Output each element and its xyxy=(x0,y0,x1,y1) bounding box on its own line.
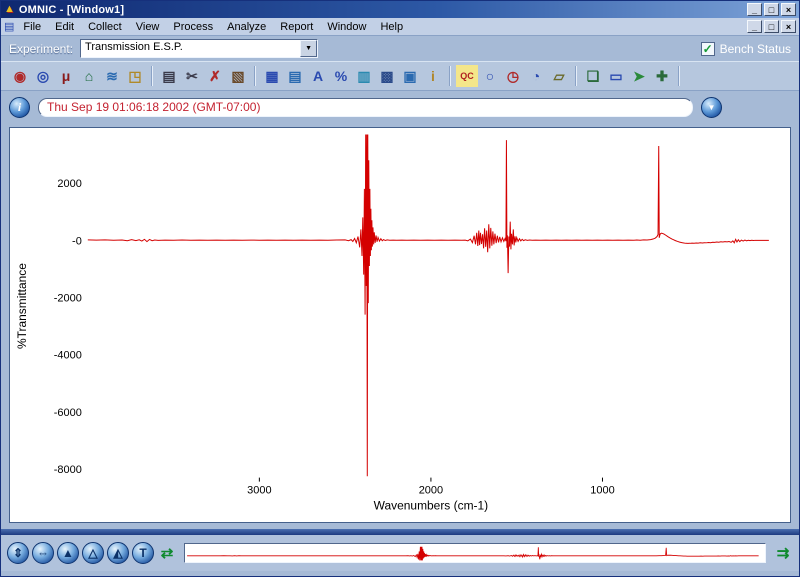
bench-status-check-icon: ✓ xyxy=(700,41,715,56)
toolbar-divider xyxy=(151,66,153,86)
transmittance-convert-icon[interactable]: % xyxy=(330,65,352,87)
window-title: OMNIC - [Window1] xyxy=(18,3,125,16)
view-finder-bar: ⇕ ⇔ ▲ △ ◭ T ⇄ ⇉ xyxy=(1,535,799,571)
common-scale-icon[interactable]: ▩ xyxy=(376,65,398,87)
autoscale-icon[interactable]: ▣ xyxy=(399,65,421,87)
full-scale-icon[interactable]: ▥ xyxy=(353,65,375,87)
menu-collect[interactable]: Collect xyxy=(81,19,129,35)
optical-bench-icon[interactable]: ⌂ xyxy=(78,65,100,87)
scroll-spectrum-icon[interactable]: ⇉ xyxy=(773,544,793,562)
absorbance-convert-icon[interactable]: A xyxy=(307,65,329,87)
y-axis-label: %Transmittance xyxy=(15,263,29,349)
baseline-tool-button[interactable]: ◭ xyxy=(107,542,129,564)
minimize-button[interactable]: _ xyxy=(747,3,762,16)
y-tick-label: 2000 xyxy=(57,178,81,190)
gauge-icon[interactable]: ◔ xyxy=(525,65,547,87)
timestamp-field: Thu Sep 19 01:06:18 2002 (GMT-07:00) xyxy=(38,97,693,117)
child-minimize-button[interactable]: _ xyxy=(747,20,762,33)
main-toolbar: ◉ ◎ μ ⌂ ≋ ◳ ▤ ✂ ✗ ▧ ▦ ▤ A % ▥ ▩ ▣ i QC ○… xyxy=(1,61,799,91)
spectrum-trace xyxy=(87,134,769,477)
child-restore-button[interactable]: □ xyxy=(764,20,779,33)
expand-info-button[interactable]: ▼ xyxy=(701,96,722,118)
child-window-controls: _ □ × xyxy=(747,20,796,33)
menu-window[interactable]: Window xyxy=(320,19,373,35)
toolbar-divider xyxy=(449,66,451,86)
library-create-icon[interactable]: ✚ xyxy=(651,65,673,87)
title-bar[interactable]: ▲ OMNIC - [Window1] _ □ × xyxy=(1,1,799,18)
experiment-dropdown[interactable]: Transmission E.S.P. ▼ xyxy=(80,39,319,58)
y-tick-label: -2000 xyxy=(54,292,82,304)
omnic-window: ▲ OMNIC - [Window1] _ □ × ▤ File Edit Co… xyxy=(0,0,800,577)
bench-status: ✓ Bench Status xyxy=(700,41,791,56)
menu-process[interactable]: Process xyxy=(166,19,220,35)
menu-help[interactable]: Help xyxy=(373,19,410,35)
menu-view[interactable]: View xyxy=(129,19,167,35)
menu-report[interactable]: Report xyxy=(273,19,320,35)
viewfinder-mode-icon[interactable]: ⇄ xyxy=(157,544,177,562)
experiment-label: Experiment: xyxy=(9,41,74,56)
child-window-icon[interactable]: ▤ xyxy=(4,20,14,33)
experiment-setup-icon[interactable]: μ xyxy=(55,65,77,87)
qc-check-icon[interactable]: QC xyxy=(456,65,478,87)
menu-bar: ▤ File Edit Collect View Process Analyze… xyxy=(1,18,799,36)
x-axis-label: Wavenumbers (cm-1) xyxy=(374,499,488,513)
y-tick-label: -6000 xyxy=(54,407,82,419)
dropdown-arrow-icon[interactable]: ▼ xyxy=(300,40,318,57)
open-file-icon[interactable]: ◳ xyxy=(124,65,146,87)
vertical-scale-tool-button[interactable]: ⇕ xyxy=(7,542,29,564)
experiment-bar: Experiment: Transmission E.S.P. ▼ ✓ Benc… xyxy=(1,36,799,61)
maximize-button[interactable]: □ xyxy=(764,3,779,16)
y-tick-label: -8000 xyxy=(54,464,82,476)
bench-status-label: Bench Status xyxy=(719,41,791,56)
y-tick-label: -4000 xyxy=(54,350,82,362)
minimap-trace xyxy=(187,546,759,561)
omnic-logo-icon: ▲ xyxy=(4,3,15,15)
child-close-button[interactable]: × xyxy=(781,20,796,33)
x-tick-label: 2000 xyxy=(419,485,443,497)
spectrum-pane[interactable]: 3000 2000 1000 2000 -0 -2000 -4000 -6000 -8000 Wa… xyxy=(9,127,791,523)
collect-sample-icon[interactable]: ◉ xyxy=(9,65,31,87)
menu-edit[interactable]: Edit xyxy=(48,19,81,35)
window-controls: _ □ × xyxy=(747,3,796,16)
spectrum-minimap[interactable] xyxy=(184,543,766,563)
collect-background-icon[interactable]: ◎ xyxy=(32,65,54,87)
copy-to-report-icon[interactable]: ❏ xyxy=(582,65,604,87)
print-icon[interactable]: ▤ xyxy=(158,65,180,87)
menu-analyze[interactable]: Analyze xyxy=(220,19,273,35)
toolbar-divider xyxy=(575,66,577,86)
annotation-tool-button[interactable]: T xyxy=(132,542,154,564)
cut-icon[interactable]: ✂ xyxy=(181,65,203,87)
stack-spectra-icon[interactable]: ▦ xyxy=(261,65,283,87)
atmospheric-suppression-icon[interactable]: ≋ xyxy=(101,65,123,87)
delete-icon[interactable]: ✗ xyxy=(204,65,226,87)
x-tick-label: 1000 xyxy=(590,485,614,497)
experiment-value: Transmission E.S.P. xyxy=(85,41,183,53)
close-button[interactable]: × xyxy=(781,3,796,16)
collect-status-bar: i Thu Sep 19 01:06:18 2002 (GMT-07:00) ▼ xyxy=(1,91,799,123)
spectrum-chart[interactable]: 3000 2000 1000 2000 -0 -2000 -4000 -6000 -8000 Wa… xyxy=(10,128,790,522)
y-tick-label: -0 xyxy=(72,235,82,247)
paste-icon[interactable]: ▧ xyxy=(227,65,249,87)
toolbar-divider xyxy=(678,66,680,86)
x-tick-label: 3000 xyxy=(247,485,271,497)
report-template-icon[interactable]: ▭ xyxy=(605,65,627,87)
peak-height-tool-button[interactable]: ▲ xyxy=(57,542,79,564)
run-macro-icon[interactable]: ➤ xyxy=(628,65,650,87)
toolbar-divider xyxy=(254,66,256,86)
report-preview-icon[interactable]: ▱ xyxy=(548,65,570,87)
info-icon[interactable]: i xyxy=(9,96,30,118)
info-box-icon[interactable]: i xyxy=(422,65,444,87)
kinetics-clock-icon[interactable]: ◷ xyxy=(502,65,524,87)
overlay-spectra-icon[interactable]: ▤ xyxy=(284,65,306,87)
horizontal-scale-tool-button[interactable]: ⇔ xyxy=(32,542,54,564)
peak-area-tool-button[interactable]: △ xyxy=(82,542,104,564)
menu-file[interactable]: File xyxy=(16,19,48,35)
library-search-icon[interactable]: ○ xyxy=(479,65,501,87)
